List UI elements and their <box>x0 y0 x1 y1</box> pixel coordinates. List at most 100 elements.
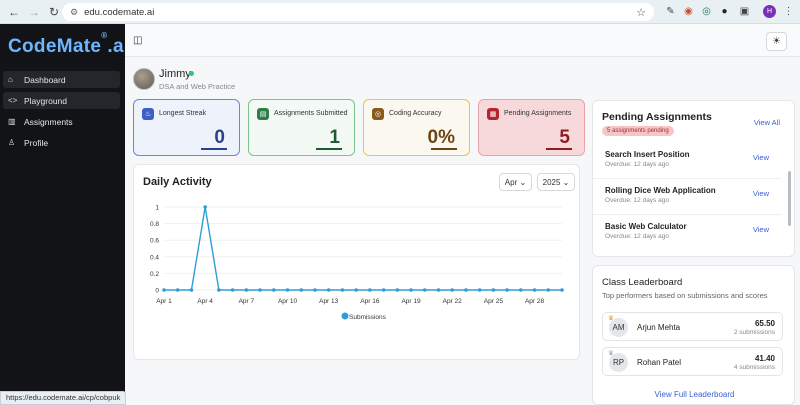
sidebar: CodeMate®.ai ⌂ Dashboard <> Playground ▥… <box>0 24 129 405</box>
leaderboard-row[interactable]: RP ♛ Rohan Patel 41.40 4 submissions <box>602 347 783 376</box>
view-assignment-link[interactable]: View <box>753 189 769 198</box>
forward-icon[interactable]: → <box>24 2 44 22</box>
brand-logo[interactable]: CodeMate®.ai <box>8 31 129 58</box>
extension-grammar-icon[interactable]: ◎ <box>699 4 714 19</box>
pending-item: Search Insert Position Overdue: 12 days … <box>593 143 781 179</box>
stat-underline <box>201 148 227 150</box>
x-tick-label: Apr 10 <box>278 298 298 305</box>
data-point <box>381 288 386 292</box>
sidebar-toggle-icon[interactable]: ◫ <box>133 35 142 46</box>
submission-count: 4 submissions <box>733 364 775 371</box>
y-tick-label: 0 <box>155 288 159 295</box>
stat-label: Assignments Submitted <box>274 110 348 117</box>
data-point <box>505 288 509 292</box>
data-point <box>299 288 304 292</box>
status-url-tooltip: https://edu.codemate.ai/cp/cobpuk <box>0 391 127 405</box>
data-point <box>217 288 221 292</box>
clipboard-icon: ▦ <box>487 108 499 120</box>
gold-medal-icon: ♛ <box>608 315 614 322</box>
data-point <box>230 288 235 292</box>
main-content: ◫ ☀ Jimmy DSA and Web Practice ♨ Longest… <box>125 24 800 405</box>
extensions-puzzle-icon[interactable]: ▣ <box>737 4 752 19</box>
stat-label: Pending Assignments <box>504 110 572 117</box>
view-full-leaderboard-link[interactable]: View Full Leaderboard <box>593 390 796 399</box>
data-point <box>436 288 441 292</box>
stat-card-longest-streak: ♨ Longest Streak 0 <box>133 99 240 156</box>
data-point <box>464 288 468 292</box>
theme-toggle-icon[interactable]: ☀ <box>766 32 787 51</box>
x-tick-label: Apr 1 <box>156 298 172 305</box>
y-tick-label: 1 <box>155 205 159 212</box>
url-text: edu.codemate.ai <box>84 6 155 18</box>
x-tick-label: Apr 4 <box>197 298 213 305</box>
x-tick-label: Apr 16 <box>360 298 380 305</box>
back-icon[interactable]: ← <box>4 2 24 22</box>
extension-fox-icon[interactable]: ◉ <box>681 4 696 19</box>
top-bar: ◫ ☀ <box>125 24 800 57</box>
student-name: Arjun Mehta <box>637 323 681 332</box>
daily-activity-card: Daily Activity Apr ⌄ 2025 ⌄ 0 0.2 0.4 0.6 0.… <box>133 164 580 360</box>
book-icon: ▥ <box>8 117 16 126</box>
bookmark-star-icon[interactable]: ☆ <box>636 6 646 19</box>
stat-value: 1 <box>329 127 340 148</box>
pending-item: Rolling Dice Web Application Overdue: 12… <box>593 179 781 215</box>
sidebar-item-playground[interactable]: <> Playground <box>3 92 120 109</box>
student-name: Rohan Patel <box>637 358 682 367</box>
data-point <box>244 288 249 292</box>
chevron-down-icon: ⌄ <box>562 177 570 187</box>
sidebar-item-assignments[interactable]: ▥ Assignments <box>3 113 120 130</box>
home-icon: ⌂ <box>8 75 13 84</box>
student-score: 41.40 <box>754 354 775 363</box>
x-tick-label: Apr 13 <box>319 298 339 305</box>
year-select[interactable]: 2025 ⌄ <box>537 173 575 191</box>
y-tick-label: 0.4 <box>150 254 159 261</box>
data-point <box>450 288 455 292</box>
reload-icon[interactable]: ↻ <box>44 2 64 22</box>
pending-count-badge: 5 assignments pending <box>602 126 674 136</box>
data-point <box>285 288 290 292</box>
leaderboard-row[interactable]: AM ♛ Arjun Mehta 65.50 2 submissions <box>602 312 783 341</box>
legend-marker <box>341 312 349 320</box>
data-point <box>477 288 482 292</box>
x-tick-label: Apr 25 <box>484 298 504 305</box>
sidebar-item-dashboard[interactable]: ⌂ Dashboard <box>3 71 120 88</box>
site-info-icon[interactable]: ⚙ <box>70 7 78 18</box>
month-select[interactable]: Apr ⌄ <box>499 173 532 191</box>
data-point <box>354 288 358 292</box>
document-icon: ▤ <box>257 108 269 120</box>
view-assignment-link[interactable]: View <box>753 153 769 162</box>
submission-count: 2 submissions <box>733 329 775 336</box>
view-all-link[interactable]: View All <box>754 118 780 127</box>
data-point <box>532 288 537 292</box>
sidebar-item-profile[interactable]: ♙ Profile <box>3 134 120 151</box>
data-point <box>491 288 496 292</box>
address-bar[interactable]: ⚙ edu.codemate.ai ☆ <box>62 3 654 21</box>
user-subtitle: DSA and Web Practice <box>159 82 236 91</box>
code-icon: <> <box>8 96 18 105</box>
view-assignment-link[interactable]: View <box>753 225 769 234</box>
data-point <box>340 288 345 292</box>
pending-scrollbar[interactable] <box>788 171 791 226</box>
browser-menu-icon[interactable]: ⋮ <box>781 4 796 19</box>
assignment-due: Overdue: 12 days ago <box>605 161 669 168</box>
streak-icon: ♨ <box>142 108 154 120</box>
data-point <box>409 288 413 292</box>
stat-card-pending-assignments: ▦ Pending Assignments 5 <box>478 99 585 156</box>
profile-avatar[interactable]: H <box>763 5 776 18</box>
extension-pen-icon[interactable]: ✎ <box>663 4 678 19</box>
stat-underline <box>431 148 457 150</box>
leaderboard-subtitle: Top performers based on submissions and … <box>602 291 768 300</box>
data-point <box>560 288 564 292</box>
stat-label: Coding Accuracy <box>389 110 442 117</box>
assignment-name: Search Insert Position <box>605 150 690 159</box>
assignment-due: Overdue: 12 days ago <box>605 197 669 204</box>
pending-item: Basic Web Calculator Overdue: 12 days ag… <box>593 215 781 251</box>
assignment-name: Rolling Dice Web Application <box>605 186 716 195</box>
y-tick-label: 0.2 <box>150 271 159 278</box>
y-tick-label: 0.6 <box>150 238 159 245</box>
user-name: Jimmy <box>159 68 191 80</box>
stat-value: 5 <box>559 127 570 148</box>
online-status-indicator <box>189 71 194 76</box>
series-line <box>164 206 562 291</box>
extension-circle-icon[interactable]: ● <box>717 4 732 19</box>
